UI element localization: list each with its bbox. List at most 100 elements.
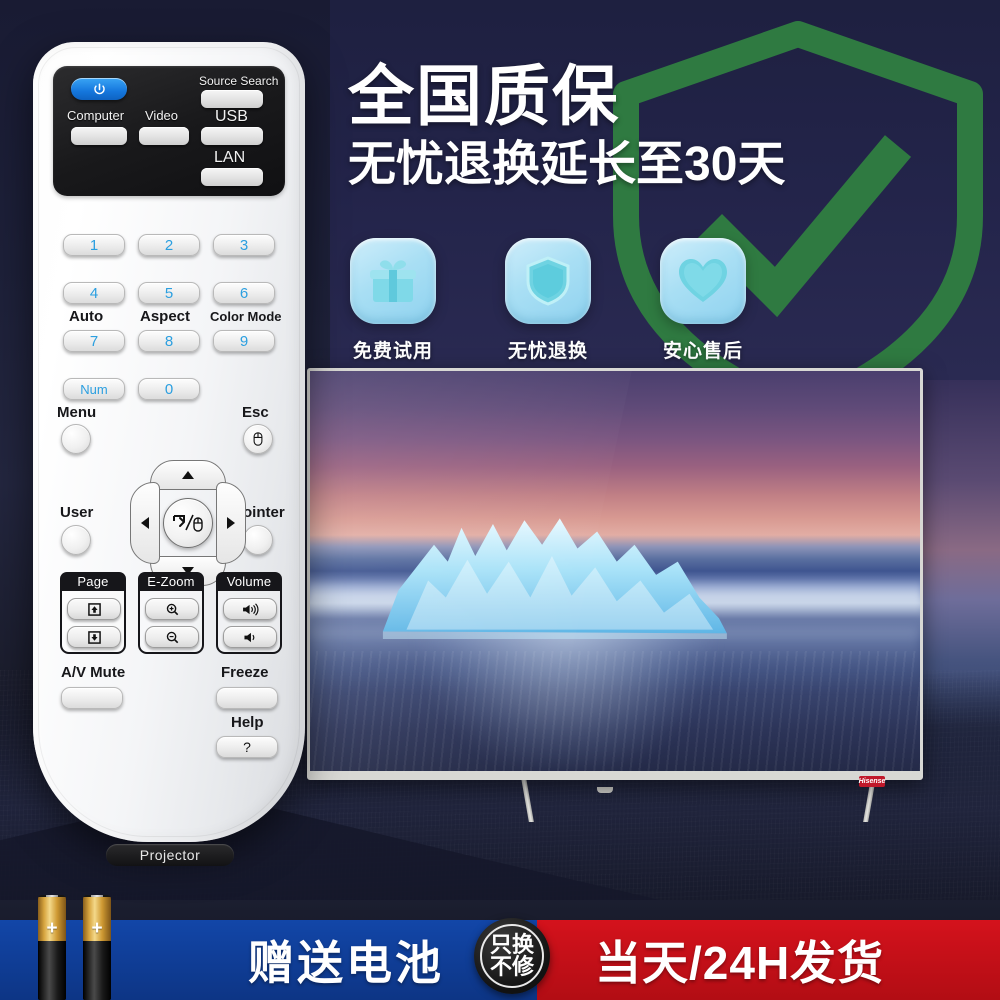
ezoom-group: E-Zoom (138, 572, 204, 654)
tv-bezel (307, 368, 923, 780)
computer-button[interactable] (71, 127, 127, 145)
arrow-up-icon (182, 471, 194, 479)
feature-badges: 免费试用 无忧退换 安心售后 (348, 238, 748, 363)
mouse-icon (253, 432, 263, 446)
numpad-key-2[interactable]: 2 (138, 234, 200, 256)
badge-tile (350, 238, 436, 324)
battery-plus-icon: + (46, 918, 58, 939)
badge-after-sales: 安心售后 (658, 238, 748, 363)
ezoom-out-button[interactable] (145, 626, 199, 648)
badge-tile (660, 238, 746, 324)
volume-up-button[interactable] (223, 598, 277, 620)
numpad-key-8[interactable]: 8 (138, 330, 200, 352)
volume-down-button[interactable] (223, 626, 277, 648)
badge-label: 安心售后 (662, 341, 743, 362)
video-button[interactable] (139, 127, 189, 145)
numpad-key-9[interactable]: 9 (213, 330, 275, 352)
exchange-only-seal: 只换 不修 (474, 918, 550, 994)
av-mute-label: A/V Mute (61, 664, 126, 681)
arrow-left-icon (141, 517, 149, 529)
numpad-key-5[interactable]: 5 (138, 282, 200, 304)
aspect-label: Aspect (140, 308, 191, 325)
esc-button[interactable] (243, 424, 273, 454)
headline: 全国质保 无忧退换延长至30天 (348, 59, 948, 192)
power-icon (93, 83, 105, 94)
volume-group: Volume (216, 572, 282, 654)
color-mode-label: Color Mode (210, 309, 282, 324)
headline-line2: 无忧退换延长至30天 (348, 138, 786, 192)
battery-body (83, 941, 111, 1000)
product-promo-image: 全国质保 无忧退换延长至30天 免费试用 无忧退换 安心售后 Hisense S… (0, 0, 1000, 1000)
source-search-button[interactable] (201, 90, 263, 108)
dpad-enter-button[interactable] (163, 498, 213, 548)
iceberg-graphic (377, 507, 731, 639)
bottom-banner: + + 赠送电池 只换 不修 当天/24H发货 (0, 895, 1000, 1000)
page-down-button[interactable] (67, 626, 121, 648)
tv-center-nub (597, 787, 613, 793)
numpad-key-1[interactable]: 1 (63, 234, 125, 256)
video-label: Video (145, 108, 179, 123)
shield-icon (526, 256, 570, 306)
battery-body (38, 941, 66, 1000)
menu-label: Menu (57, 404, 97, 421)
gift-battery-text: 赠送电池 (248, 937, 444, 989)
seal-text: 只换 不修 (490, 934, 534, 978)
freeze-label: Freeze (221, 664, 269, 681)
badge-label: 无忧退换 (507, 341, 588, 362)
user-button[interactable] (61, 525, 91, 555)
zoom-in-icon (166, 603, 178, 615)
arrow-right-icon (227, 517, 235, 529)
help-button[interactable]: ? (216, 736, 278, 758)
badge-tile (505, 238, 591, 324)
lan-button[interactable] (201, 168, 263, 186)
numpad-key-3[interactable]: 3 (213, 234, 275, 256)
tv-brand-logo: Hisense (858, 776, 886, 787)
seal-line1: 只换 (489, 932, 534, 957)
numpad-key-6[interactable]: 6 (213, 282, 275, 304)
usb-button[interactable] (201, 127, 263, 145)
battery-right: + (83, 895, 111, 1000)
ezoom-group-title: E-Zoom (138, 572, 204, 591)
remote-control: Source Search Computer Video USB LAN 1 2… (33, 42, 305, 866)
page-group: Page (60, 572, 126, 654)
headline-line1: 全国质保 (348, 59, 620, 133)
page-up-button[interactable] (67, 598, 121, 620)
tv-product-image: Hisense (307, 368, 923, 822)
dpad (130, 460, 246, 586)
badge-free-trial: 免费试用 (348, 238, 438, 363)
numpad-key-4[interactable]: 4 (63, 282, 125, 304)
user-label: User (60, 504, 94, 521)
freeze-button[interactable] (216, 687, 278, 709)
battery-left: + (38, 895, 66, 1000)
volume-group-title: Volume (216, 572, 282, 591)
auto-label: Auto (69, 308, 104, 325)
page-down-icon (87, 630, 101, 644)
page-up-icon (87, 602, 101, 616)
badge-worry-free-return: 无忧退换 (503, 238, 593, 363)
numpad-key-0[interactable]: 0 (138, 378, 200, 400)
av-mute-button[interactable] (61, 687, 123, 709)
ezoom-in-button[interactable] (145, 598, 199, 620)
source-search-label: Source Search (199, 74, 279, 88)
seal-line2: 不修 (489, 954, 534, 979)
dpad-up-button[interactable] (150, 460, 226, 490)
menu-button[interactable] (61, 424, 91, 454)
esc-label: Esc (242, 404, 269, 421)
pointer-button[interactable] (243, 525, 273, 555)
computer-label: Computer (67, 108, 125, 123)
enter-mouse-icon (173, 514, 203, 532)
volume-down-icon (243, 632, 254, 642)
numpad-key-num[interactable]: Num (63, 378, 125, 400)
dpad-right-button[interactable] (216, 482, 246, 564)
usb-label: USB (215, 108, 248, 125)
power-button[interactable] (71, 78, 127, 100)
battery-plus-icon: + (91, 918, 103, 939)
gift-icon (370, 260, 416, 302)
lan-label: LAN (214, 149, 246, 166)
remote-source-panel: Source Search Computer Video USB LAN (53, 66, 285, 196)
help-label: Help (231, 714, 264, 731)
projector-brand-tag: Projector (106, 844, 234, 866)
numpad-key-7[interactable]: 7 (63, 330, 125, 352)
dpad-left-button[interactable] (130, 482, 160, 564)
badge-label: 免费试用 (352, 341, 433, 362)
